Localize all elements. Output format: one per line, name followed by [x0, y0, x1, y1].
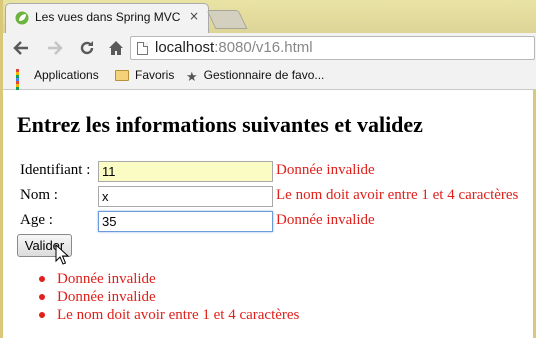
bookmark-gestionnaire[interactable]: ★ Gestionnaire de favo...: [186, 68, 325, 85]
identifiant-error: Donnée invalide: [276, 162, 375, 178]
page-icon: [137, 42, 148, 55]
nom-error: Le nom doit avoir entre 1 et 4 caractère…: [276, 187, 519, 203]
error-list-item: Donnée invalide: [38, 270, 299, 288]
mouse-pointer-icon: [55, 244, 69, 265]
tab-title: Les vues dans Spring MVC: [35, 10, 181, 24]
age-error: Donnée invalide: [276, 212, 375, 228]
page-title: Entrez les informations suivantes et val…: [17, 112, 423, 137]
nom-label: Nom :: [20, 187, 58, 203]
bookmark-label: Applications: [34, 68, 99, 82]
star-icon: ★: [186, 70, 198, 85]
forward-arrow-icon[interactable]: [44, 37, 66, 59]
tab-close-icon[interactable]: ×: [189, 9, 199, 23]
nom-input[interactable]: [98, 186, 273, 207]
identifiant-label: Identifiant :: [20, 162, 91, 178]
page-content: Entrez les informations suivantes et val…: [0, 90, 536, 338]
url-port-path: :8080/v16.html: [214, 39, 313, 56]
identifiant-input[interactable]: [98, 161, 273, 182]
address-bar[interactable]: localhost:8080/v16.html: [130, 36, 535, 60]
url-host: localhost: [155, 39, 215, 56]
tab-active[interactable]: Les vues dans Spring MVC ×: [5, 3, 209, 33]
bookmarks-bar: Applications Favoris ★ Gestionnaire de fa…: [3, 63, 536, 96]
error-list: Donnée invalide Donnée invalide Le nom d…: [38, 270, 299, 324]
home-icon[interactable]: [105, 37, 127, 59]
spring-leaf-icon: [15, 11, 29, 25]
bookmark-favoris[interactable]: Favoris: [115, 68, 174, 84]
tab-strip: Les vues dans Spring MVC ×: [3, 0, 536, 33]
back-arrow-icon[interactable]: [10, 37, 32, 59]
error-list-item: Donnée invalide: [38, 288, 299, 306]
apps-grid-icon: [16, 69, 28, 96]
reload-icon[interactable]: [76, 37, 98, 59]
age-label: Age :: [20, 212, 53, 228]
bookmark-label: Favoris: [135, 68, 175, 82]
bookmark-label: Gestionnaire de favo...: [203, 68, 325, 82]
new-tab-button[interactable]: [206, 10, 248, 29]
age-input[interactable]: [98, 211, 273, 232]
toolbar: localhost:8080/v16.html: [3, 33, 536, 63]
address-url: localhost:8080/v16.html: [155, 39, 313, 56]
error-list-item: Le nom doit avoir entre 1 et 4 caractère…: [38, 306, 299, 324]
browser-chrome: Les vues dans Spring MVC × localhost:808…: [0, 0, 536, 96]
folder-icon: [115, 70, 129, 81]
bookmark-applications[interactable]: Applications: [16, 68, 99, 96]
